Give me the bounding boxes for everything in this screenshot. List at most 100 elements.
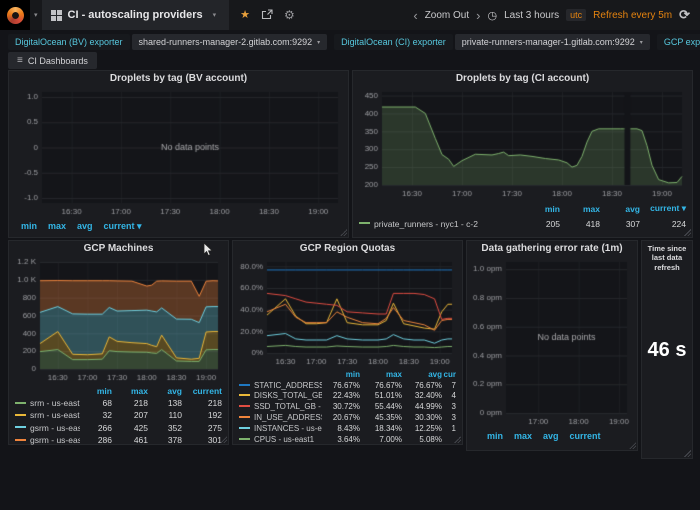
panel-time-since-refresh: Time since last data refresh 46 s <box>641 240 693 459</box>
variable-value-dropdown[interactable]: shared-runners-manager-2.gitlab.com:9292… <box>132 34 328 50</box>
legend-stat-value: 301 <box>182 435 222 445</box>
panel-title[interactable]: Time since last data refresh <box>642 241 692 272</box>
legend-stat-value: 1 <box>442 424 456 433</box>
legend-series-name[interactable]: INSTANCES - us-east1 <box>239 424 322 433</box>
chevron-left-icon[interactable]: ‹ <box>413 9 417 22</box>
legend-stat-value: 266 <box>80 423 112 433</box>
legend-stat-value: 18.34% <box>360 424 402 433</box>
legend-stat-value: 192 <box>182 410 222 420</box>
legend-series-name[interactable]: gsrm - us-east1-d - n1-standard-2 <box>15 435 80 445</box>
legend-row: gsrm - us-east1-c - n1-standard-22664253… <box>15 422 222 434</box>
ci-dashboards-link[interactable]: ≡ CI Dashboards <box>8 52 97 69</box>
legend-header[interactable]: min <box>322 370 360 379</box>
legend-header[interactable]: avg <box>600 204 640 214</box>
legend-header[interactable]: current <box>182 386 222 396</box>
error-rate-chart-canvas[interactable] <box>470 256 634 428</box>
legend-header[interactable]: min <box>21 221 37 232</box>
legend-stat-value: 30.30% <box>402 413 442 422</box>
legend-header[interactable]: current <box>570 431 601 441</box>
legend-header[interactable]: max <box>48 221 66 232</box>
chevron-right-icon[interactable]: › <box>476 9 480 22</box>
legend-row: SSD_TOTAL_GB - us-east130.72%55.44%44.99… <box>239 401 456 412</box>
variable-value-dropdown[interactable]: private-runners-manager-1.gitlab.com:929… <box>455 34 650 50</box>
legend-series-name[interactable]: gsrm - us-east1-c - n1-standard-2 <box>15 423 80 433</box>
legend-series-name[interactable]: srm - us-east1-d - n1-standard-1 <box>15 410 80 420</box>
dashboard-title-dropdown[interactable]: CI - autoscaling providers ▾ <box>42 0 230 30</box>
series-color-dash <box>239 394 250 396</box>
legend-series-name[interactable]: CPUS - us-east1 <box>239 435 322 444</box>
star-icon[interactable]: ★ <box>240 10 250 21</box>
panel-resize-handle[interactable] <box>340 229 347 236</box>
legend-header-row: minmaxavgcurrent ▾ <box>359 201 686 216</box>
legend-header[interactable]: max <box>112 386 148 396</box>
legend-header[interactable]: max <box>360 370 402 379</box>
legend-row: srm - us-east1-c - n1-standard-168218138… <box>15 397 222 409</box>
grafana-logo[interactable] <box>0 0 30 30</box>
legend-series-name[interactable]: SSD_TOTAL_GB - us-east1 <box>239 402 322 411</box>
legend-header[interactable]: current ▾ <box>640 203 686 214</box>
legend-stat-value: 378 <box>148 435 182 445</box>
panel-title[interactable]: Droplets by tag (CI account) <box>353 71 692 86</box>
chevron-down-icon[interactable]: ▾ <box>34 11 38 19</box>
time-range-picker[interactable]: Last 3 hours <box>504 10 559 21</box>
panel-title[interactable]: Droplets by tag (BV account) <box>9 71 348 86</box>
refresh-icon[interactable]: ⟳ <box>679 7 690 23</box>
legend-row: DISKS_TOTAL_GB - us-east122.43%51.01%32.… <box>239 391 456 402</box>
legend-header[interactable]: avg <box>402 370 442 379</box>
panel-resize-handle[interactable] <box>454 436 461 443</box>
zoom-out-button[interactable]: Zoom Out <box>425 10 469 21</box>
legend-row: private_runners - nyc1 - c-2205418307224 <box>359 216 686 231</box>
legend-row: STATIC_ADDRESSES - us-east176.67%76.67%7… <box>239 380 456 391</box>
legend-header[interactable]: max <box>560 204 600 214</box>
panel-title[interactable]: GCP Region Quotas <box>233 241 462 256</box>
series-color-dash <box>239 416 250 418</box>
series-color-dash <box>239 427 250 429</box>
legend-header[interactable]: avg <box>77 221 93 232</box>
share-icon[interactable] <box>261 9 273 22</box>
legend-stat-value: 20.67% <box>322 413 360 422</box>
legend-stat-value: 30.72% <box>322 402 360 411</box>
legend-series-name[interactable]: DISKS_TOTAL_GB - us-east1 <box>239 391 322 400</box>
legend-stat-value: 44.99% <box>402 402 442 411</box>
gear-icon[interactable]: ⚙ <box>284 9 295 21</box>
legend-row: IN_USE_ADDRESSES - us-east120.67%45.35%3… <box>239 412 456 423</box>
panel-title[interactable]: GCP Machines <box>9 241 228 256</box>
legend-header[interactable]: min <box>80 386 112 396</box>
panel-resize-handle[interactable] <box>220 436 227 443</box>
legend-series-name[interactable]: IN_USE_ADDRESSES - us-east1 <box>239 413 322 422</box>
droplets-ci-chart-canvas[interactable] <box>356 86 689 200</box>
legend-header[interactable]: avg <box>148 386 182 396</box>
legend-stat-value: 224 <box>640 219 686 229</box>
legend-header[interactable]: avg <box>543 431 559 441</box>
legend-stat-value: 55.44% <box>360 402 402 411</box>
legend-series-name[interactable]: srm - us-east1-c - n1-standard-1 <box>15 398 80 408</box>
droplets-bv-chart-canvas[interactable] <box>12 86 345 218</box>
droplets-bv-legend: minmaxavg current ▾ <box>9 218 348 232</box>
panel-resize-handle[interactable] <box>684 229 691 236</box>
navbar: ▾ CI - autoscaling providers ▾ ★ ⚙ ‹ Zoo… <box>0 0 700 30</box>
panel-resize-handle[interactable] <box>684 450 691 457</box>
error-rate-legend: min max avg current <box>467 428 637 441</box>
legend-header[interactable]: current ▾ <box>104 221 142 232</box>
legend-header[interactable]: cur <box>442 370 456 379</box>
legend-row: CPUS - us-east13.64%7.00%5.08% <box>239 434 456 445</box>
variable-label: DigitalOcean (BV) exporter <box>8 34 130 50</box>
legend-series-name[interactable]: private_runners - nyc1 - c-2 <box>359 219 520 229</box>
gcp-machines-legend: minmaxavgcurrentsrm - us-east1-c - n1-st… <box>9 384 228 446</box>
legend-stat-value: 7.00% <box>360 435 402 444</box>
legend-stat-value: 3.64% <box>322 435 360 444</box>
gcp-quotas-chart-canvas[interactable] <box>236 256 459 368</box>
gcp-machines-chart-canvas[interactable] <box>12 256 225 384</box>
refresh-interval-button[interactable]: Refresh every 5m <box>593 10 672 21</box>
panel-title[interactable]: Data gathering error rate (1m) <box>467 241 637 256</box>
legend-header[interactable]: min <box>520 204 560 214</box>
legend-stat-value: 3 <box>442 413 456 422</box>
legend-row: gsrm - us-east1-d - n1-standard-22864613… <box>15 434 222 446</box>
legend-header[interactable]: max <box>514 431 532 441</box>
legend-header[interactable]: min <box>487 431 503 441</box>
legend-series-name[interactable]: STATIC_ADDRESSES - us-east1 <box>239 381 322 390</box>
series-color-dash <box>239 438 250 440</box>
panel-resize-handle[interactable] <box>629 442 636 449</box>
template-variables-row: DigitalOcean (BV) exporter shared-runner… <box>8 34 700 50</box>
legend-stat-value: 45.35% <box>360 413 402 422</box>
